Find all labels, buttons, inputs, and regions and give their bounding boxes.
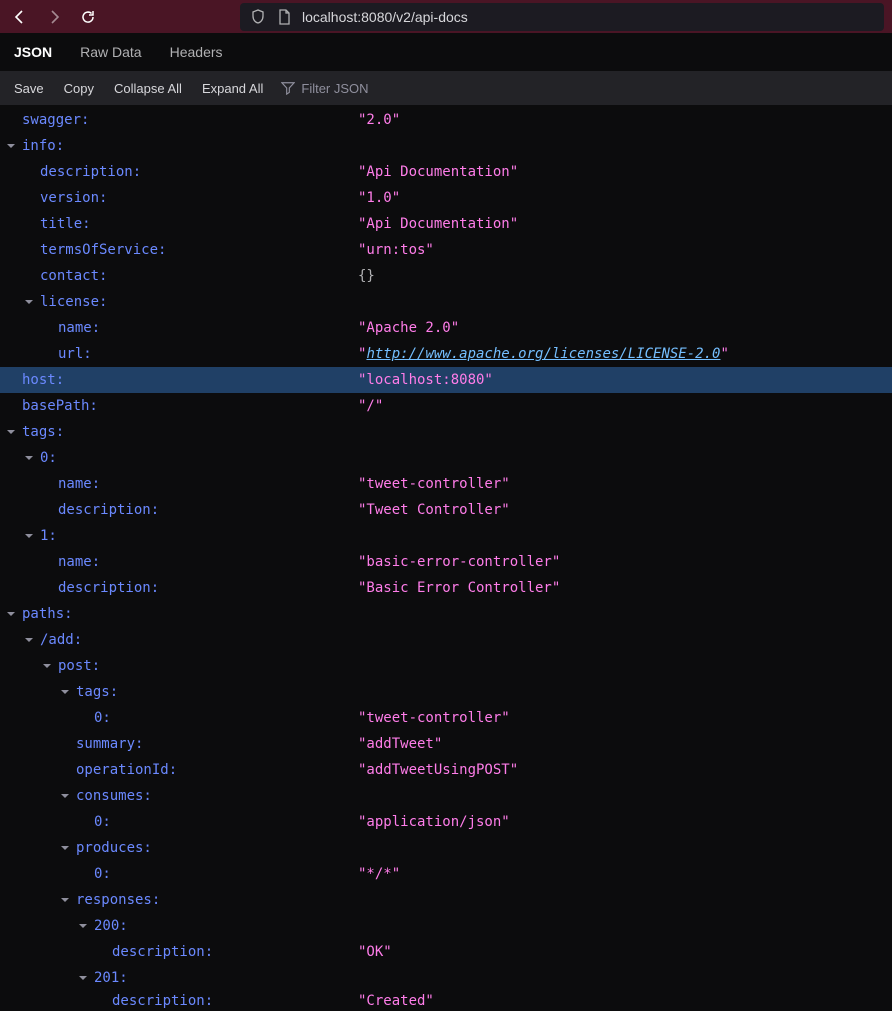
filter-wrap	[281, 81, 501, 96]
json-row[interactable]: name: "basic-error-controller"	[0, 549, 892, 575]
collapse-all-button[interactable]: Collapse All	[104, 77, 192, 100]
json-row[interactable]: description: "OK"	[0, 939, 892, 965]
json-row[interactable]: contact: {}	[0, 263, 892, 289]
shield-icon	[250, 9, 266, 25]
json-row[interactable]: basePath: "/"	[0, 393, 892, 419]
twisty-icon[interactable]	[4, 607, 18, 621]
json-row[interactable]: title: "Api Documentation"	[0, 211, 892, 237]
copy-button[interactable]: Copy	[54, 77, 104, 100]
json-row[interactable]: post:	[0, 653, 892, 679]
json-row[interactable]: 200:	[0, 913, 892, 939]
back-button[interactable]	[8, 5, 32, 29]
json-row[interactable]: description: "Tweet Controller"	[0, 497, 892, 523]
json-toolbar: Save Copy Collapse All Expand All	[0, 71, 892, 105]
twisty-icon[interactable]	[22, 451, 36, 465]
json-row[interactable]: tags:	[0, 419, 892, 445]
page-icon	[276, 9, 292, 25]
json-row[interactable]: termsOfService: "urn:tos"	[0, 237, 892, 263]
json-row[interactable]: name: "tweet-controller"	[0, 471, 892, 497]
json-row[interactable]: name: "Apache 2.0"	[0, 315, 892, 341]
twisty-icon[interactable]	[22, 633, 36, 647]
json-row[interactable]: produces:	[0, 835, 892, 861]
json-row[interactable]: tags:	[0, 679, 892, 705]
json-row[interactable]: license:	[0, 289, 892, 315]
reload-button[interactable]	[76, 5, 100, 29]
json-row[interactable]: description: "Basic Error Controller"	[0, 575, 892, 601]
json-row[interactable]: info:	[0, 133, 892, 159]
json-row[interactable]: responses:	[0, 887, 892, 913]
viewer-tabs: JSON Raw Data Headers	[0, 33, 892, 71]
save-button[interactable]: Save	[4, 77, 54, 100]
json-row[interactable]: description: "Created"	[0, 991, 892, 1011]
json-row[interactable]: swagger: "2.0"	[0, 107, 892, 133]
json-row[interactable]: paths:	[0, 601, 892, 627]
json-row[interactable]: version: "1.0"	[0, 185, 892, 211]
filter-input[interactable]	[301, 81, 501, 96]
json-row[interactable]: 201:	[0, 965, 892, 991]
twisty-icon[interactable]	[58, 685, 72, 699]
url-bar[interactable]: localhost:8080/v2/api-docs	[240, 3, 884, 31]
twisty-icon[interactable]	[4, 425, 18, 439]
json-row[interactable]: url: "http://www.apache.org/licenses/LIC…	[0, 341, 892, 367]
twisty-icon[interactable]	[22, 295, 36, 309]
json-row[interactable]: 0: "application/json"	[0, 809, 892, 835]
twisty-icon[interactable]	[58, 841, 72, 855]
twisty-icon[interactable]	[22, 529, 36, 543]
twisty-icon[interactable]	[58, 789, 72, 803]
json-row[interactable]: 0:	[0, 445, 892, 471]
json-row[interactable]: 1:	[0, 523, 892, 549]
json-row[interactable]: host: "localhost:8080"	[0, 367, 892, 393]
tab-headers[interactable]: Headers	[156, 33, 237, 71]
json-row[interactable]: summary: "addTweet"	[0, 731, 892, 757]
tab-raw[interactable]: Raw Data	[66, 33, 155, 71]
twisty-icon[interactable]	[40, 659, 54, 673]
license-url-link[interactable]: http://www.apache.org/licenses/LICENSE-2…	[366, 346, 720, 362]
json-row[interactable]: 0: "*/*"	[0, 861, 892, 887]
url-text: localhost:8080/v2/api-docs	[302, 9, 468, 25]
twisty-icon[interactable]	[76, 971, 90, 985]
json-row[interactable]: operationId: "addTweetUsingPOST"	[0, 757, 892, 783]
expand-all-button[interactable]: Expand All	[192, 77, 273, 100]
tab-json[interactable]: JSON	[0, 33, 66, 71]
funnel-icon	[281, 81, 295, 95]
forward-button[interactable]	[42, 5, 66, 29]
twisty-icon[interactable]	[58, 893, 72, 907]
browser-toolbar: localhost:8080/v2/api-docs	[0, 0, 892, 33]
json-tree: swagger: "2.0" info: description: "Api D…	[0, 105, 892, 1011]
json-row[interactable]: consumes:	[0, 783, 892, 809]
twisty-icon[interactable]	[4, 139, 18, 153]
json-row[interactable]: /add:	[0, 627, 892, 653]
json-row[interactable]: 0: "tweet-controller"	[0, 705, 892, 731]
twisty-icon[interactable]	[76, 919, 90, 933]
json-row[interactable]: description: "Api Documentation"	[0, 159, 892, 185]
